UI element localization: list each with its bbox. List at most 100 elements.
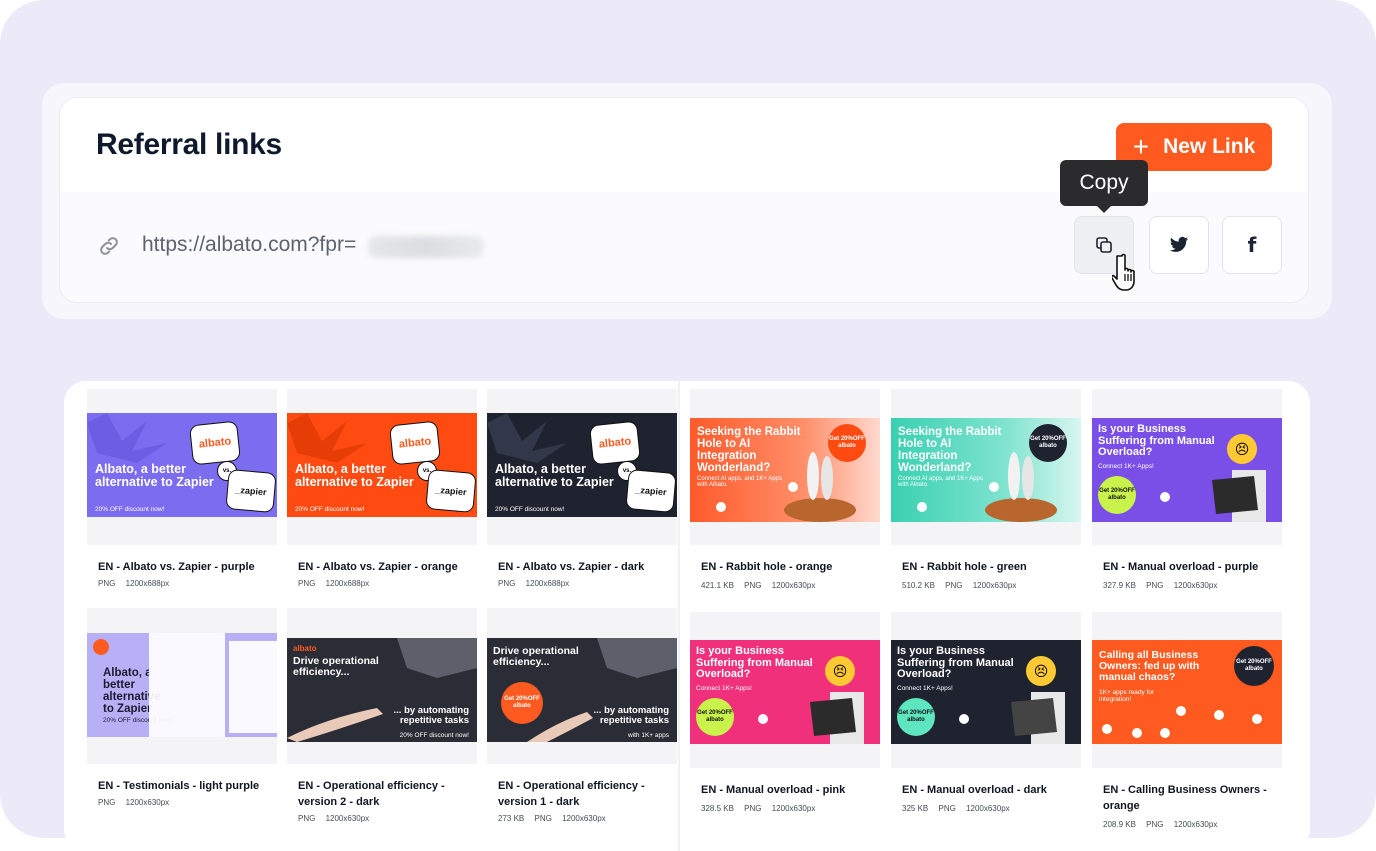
file-dimensions: 1200x630px [1173, 581, 1218, 590]
gallery-divider [678, 381, 680, 851]
banner-thumbnail[interactable]: Albato, a better alternative to Zapier 2… [87, 413, 277, 517]
file-dimensions: 1200x630px [562, 814, 606, 823]
file-dimensions: 1200x630px [972, 581, 1017, 590]
facebook-icon: f [1247, 233, 1257, 257]
robot-human-hands-illustration-icon [287, 638, 477, 742]
file-size: 208.9 KB [1103, 820, 1136, 829]
file-dimensions: 1200x688px [125, 579, 170, 588]
banner-subtitle: Connect AI apps, and 1K+ Apps with Albat… [697, 476, 782, 488]
referral-url[interactable]: https://albato.com?fpr= [142, 233, 356, 257]
banner-card[interactable]: Albato, a better alternative to Zapier 2… [487, 389, 677, 597]
app-logo-icon [1176, 706, 1186, 716]
new-link-label: New Link [1163, 135, 1256, 158]
gmail-logo-icon [758, 714, 768, 724]
banner-card[interactable]: Albato, a better alternative to Zapier 2… [87, 389, 277, 597]
banner-meta: PNG 1200x630px [298, 814, 377, 823]
file-dimensions: 1200x688px [525, 579, 570, 588]
file-format: PNG [298, 814, 316, 823]
file-format: PNG [534, 814, 552, 823]
banner-thumbnail[interactable]: Albato, a better alternative to Zapier 2… [487, 413, 677, 517]
file-format: PNG [744, 581, 762, 590]
banner-card[interactable]: Is your Business Suffering from Manual O… [690, 612, 880, 820]
file-dimensions: 1200x630px [771, 804, 816, 813]
angry-face-icon: 😣 [825, 656, 855, 686]
discount-badge: Get 20%OFF albato [1234, 646, 1274, 686]
banner-subtitle: 1K+ apps ready for integration! [1099, 689, 1155, 703]
copy-tooltip: Copy [1060, 160, 1148, 213]
twitter-share-button[interactable] [1149, 216, 1209, 274]
discount-badge: Get 20%OFF albato [1098, 476, 1136, 514]
zapier-logo: _zapier [425, 468, 477, 514]
banner-name: EN - Albato vs. Zapier - purple [98, 561, 255, 573]
file-dimensions: 1200x630px [966, 804, 1010, 813]
banner-subtitle: with 1K+ apps [627, 732, 669, 739]
banner-subtitle: Connect 1K+ Apps! [897, 685, 953, 692]
openai-logo-icon [788, 482, 798, 492]
banner-name: EN - Calling Business Owners - orange [1103, 784, 1267, 812]
app-logo-icon [716, 502, 726, 512]
file-format: PNG [744, 804, 762, 813]
app-logo-icon [917, 502, 927, 512]
banner-subtitle-heading: ... by automating repetitive tasks [593, 705, 669, 726]
gmail-logo-icon [959, 714, 969, 724]
banner-card[interactable]: Calling all Business Owners: fed up with… [1092, 612, 1282, 829]
banner-title: Albato, a better alternative to Zapier [95, 462, 214, 490]
app-logo-icon [1214, 710, 1224, 720]
link-icon [100, 237, 118, 255]
banner-card[interactable]: Albato, a better alternative to Zapier 2… [87, 608, 277, 816]
banner-thumbnail[interactable]: Is your Business Suffering from Manual O… [690, 640, 880, 744]
banner-name: EN - Albato vs. Zapier - orange [298, 561, 458, 573]
banner-thumbnail[interactable]: Seeking the Rabbit Hole to AI Integratio… [690, 418, 880, 522]
banner-thumbnail[interactable]: Calling all Business Owners: fed up with… [1092, 640, 1282, 744]
banner-meta: 421.1 KB PNG 1200x630px [701, 581, 823, 590]
banner-card[interactable]: Is your Business Suffering from Manual O… [891, 612, 1081, 820]
banner-meta: 327.9 KB PNG 1200x630px [1103, 581, 1225, 590]
file-format: PNG [945, 581, 963, 590]
file-size: 273 KB [498, 814, 525, 823]
banner-card[interactable]: Is your Business Suffering from Manual O… [1092, 389, 1282, 597]
banner-name: EN - Manual overload - dark [902, 784, 1047, 796]
banner-name: EN - Albato vs. Zapier - dark [498, 561, 645, 573]
banner-thumbnail[interactable]: Albato, a better alternative to Zapier 2… [87, 633, 277, 737]
banner-card[interactable]: Seeking the Rabbit Hole to AI Integratio… [690, 389, 880, 597]
salesforce-logo-icon [1252, 714, 1262, 724]
facebook-share-button[interactable]: f [1222, 216, 1282, 274]
banner-name: EN - Operational efficiency - version 2 … [298, 780, 445, 808]
banner-title: Albato, a better alternative to Zapier [495, 462, 614, 490]
openai-logo-icon [989, 482, 999, 492]
albato-logo: albato [189, 420, 241, 466]
banner-subtitle: 20% OFF discount now! [399, 732, 469, 739]
banner-thumbnail[interactable]: albato Drive operational efficiency... .… [287, 638, 477, 742]
file-size: 328.5 KB [701, 804, 734, 813]
banner-thumbnail[interactable]: Is your Business Suffering from Manual O… [891, 640, 1081, 744]
file-dimensions: 1200x630px [125, 798, 170, 807]
banner-meta: 208.9 KB PNG 1200x630px [1103, 820, 1225, 829]
banner-subtitle: 20% OFF discount now! [495, 506, 565, 513]
testimonial-card [229, 641, 277, 733]
banner-card[interactable]: Seeking the Rabbit Hole to AI Integratio… [891, 389, 1081, 597]
banner-card[interactable]: Albato, a better alternative to Zapier 2… [287, 389, 477, 597]
banner-subtitle: 20% OFF discount now! [295, 506, 365, 513]
banner-title: Albato, a better alternative to Zapier [295, 462, 414, 490]
albato-logo: albato [389, 420, 441, 466]
file-format: PNG [1146, 581, 1164, 590]
banner-thumbnail[interactable]: Is your Business Suffering from Manual O… [1092, 418, 1282, 522]
banner-thumbnail[interactable]: Drive operational efficiency... Get 20%O… [487, 638, 677, 742]
file-format: PNG [498, 579, 516, 588]
hand-pointer-cursor-icon [1112, 253, 1135, 291]
file-size: 327.9 KB [1103, 581, 1136, 590]
albato-logo-icon [93, 639, 109, 655]
banner-card[interactable]: albato Drive operational efficiency... .… [287, 608, 477, 823]
file-dimensions: 1200x688px [325, 579, 370, 588]
banner-meta: 325 KB PNG 1200x630px [902, 804, 1018, 813]
banner-card[interactable]: Drive operational efficiency... Get 20%O… [487, 608, 677, 823]
zapier-logo: _zapier [225, 468, 277, 514]
banner-thumbnail[interactable]: Albato, a better alternative to Zapier 2… [287, 413, 477, 517]
zapier-logo: _zapier [625, 468, 677, 514]
albato-logo: albato [589, 420, 641, 466]
file-size: 510.2 KB [902, 581, 935, 590]
banner-thumbnail[interactable]: Seeking the Rabbit Hole to AI Integratio… [891, 418, 1081, 522]
file-dimensions: 1200x630px [771, 581, 816, 590]
banner-name: EN - Rabbit hole - orange [701, 561, 833, 573]
angry-face-icon: 😣 [1227, 434, 1257, 464]
